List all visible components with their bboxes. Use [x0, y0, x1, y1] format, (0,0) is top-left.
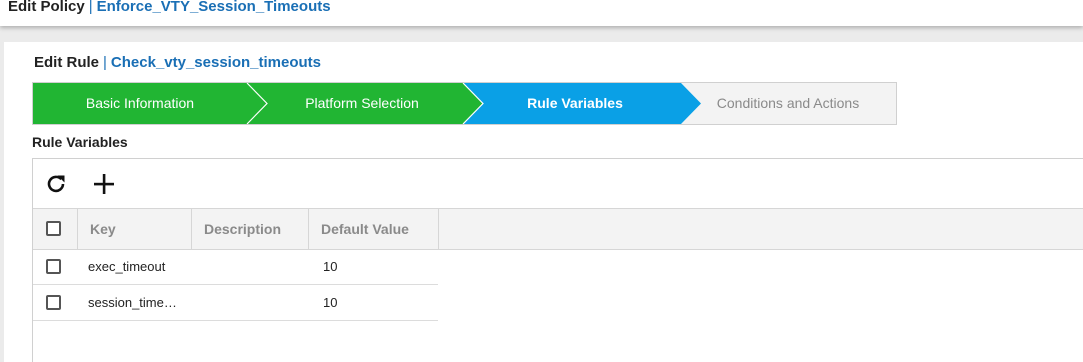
cell-default-value: 10 [323, 259, 338, 274]
wizard-steps: Basic Information Platform Selection Rul… [32, 82, 897, 125]
page-title: Edit Policy | Enforce_VTY_Session_Timeouts [8, 0, 331, 15]
cell-key: exec_timeout [88, 259, 166, 274]
rule-title-separator: | [103, 54, 107, 71]
rule-title: Edit Rule | Check_vty_session_timeouts [34, 54, 321, 71]
step-platform-selection[interactable]: Platform Selection [255, 83, 469, 124]
page-header: Edit Policy | Enforce_VTY_Session_Timeouts [0, 0, 1083, 26]
column-header-description[interactable]: Description [192, 209, 309, 249]
cell-key: session_time… [88, 295, 177, 310]
page-title-separator: | [88, 0, 93, 15]
section-label: Rule Variables [32, 134, 128, 150]
table-header: Key Description Default Value [33, 208, 1083, 250]
cell-default-value: 10 [323, 295, 338, 310]
step-basic-information[interactable]: Basic Information [33, 83, 247, 124]
policy-name: Enforce_VTY_Session_Timeouts [96, 0, 331, 15]
refresh-icon[interactable] [43, 171, 69, 197]
rule-name: Check_vty_session_timeouts [110, 54, 322, 71]
plus-icon[interactable] [91, 171, 117, 197]
table-row[interactable]: session_time… 10 [33, 285, 438, 321]
table-row[interactable]: exec_timeout 10 [33, 249, 438, 285]
column-header-default-value[interactable]: Default Value [309, 209, 439, 249]
row-checkbox[interactable] [46, 259, 61, 274]
page-title-label: Edit Policy [8, 0, 85, 15]
step-conditions-and-actions[interactable]: Conditions and Actions [693, 83, 883, 124]
rule-title-label: Edit Rule [34, 54, 100, 71]
rule-variables-grid: Key Description Default Value exec_timeo… [32, 158, 1083, 362]
column-header-key[interactable]: Key [77, 209, 192, 249]
select-all-checkbox[interactable] [46, 221, 61, 236]
edit-rule-panel: Edit Rule | Check_vty_session_timeouts Bas… [4, 42, 1083, 362]
row-checkbox[interactable] [46, 295, 61, 310]
step-rule-variables[interactable]: Rule Variables [470, 83, 680, 124]
